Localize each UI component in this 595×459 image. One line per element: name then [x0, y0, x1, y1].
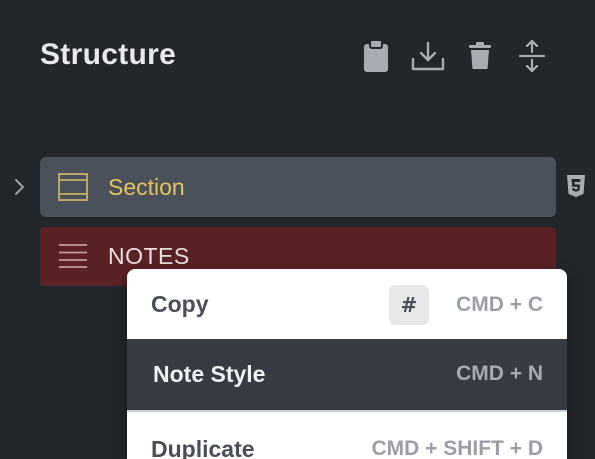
menu-item-shortcut: CMD + N	[456, 362, 543, 385]
tree-item-label: NOTES	[108, 243, 190, 269]
expand-collapse-icon[interactable]	[514, 38, 550, 74]
menu-item-shortcut: CMD + C	[456, 293, 543, 316]
page-title: Structure	[40, 38, 177, 71]
menu-item-note-style[interactable]: Note Style CMD + N	[127, 339, 567, 410]
menu-item-label: Note Style	[153, 361, 266, 387]
menu-item-shortcut: CMD + SHIFT + D	[371, 437, 543, 459]
tree-item-label: Section	[108, 174, 185, 200]
shortcut-key-badge: #	[389, 285, 429, 325]
menu-item-label: Copy	[151, 291, 209, 317]
clipboard-icon[interactable]	[358, 38, 394, 74]
menu-item-duplicate[interactable]: Duplicate CMD + SHIFT + D	[127, 412, 567, 459]
section-layout-icon	[58, 173, 88, 206]
chevron-right-icon[interactable]	[11, 177, 27, 197]
css3-icon[interactable]	[566, 174, 586, 198]
context-menu: Copy # CMD + C Note Style CMD + N Duplic…	[127, 269, 567, 459]
menu-item-label: Duplicate	[151, 436, 255, 459]
menu-item-copy[interactable]: Copy # CMD + C	[127, 269, 567, 339]
download-icon[interactable]	[410, 38, 446, 74]
note-lines-icon	[58, 243, 88, 274]
trash-icon[interactable]	[462, 38, 498, 74]
tree-item-section[interactable]: Section	[40, 157, 556, 217]
